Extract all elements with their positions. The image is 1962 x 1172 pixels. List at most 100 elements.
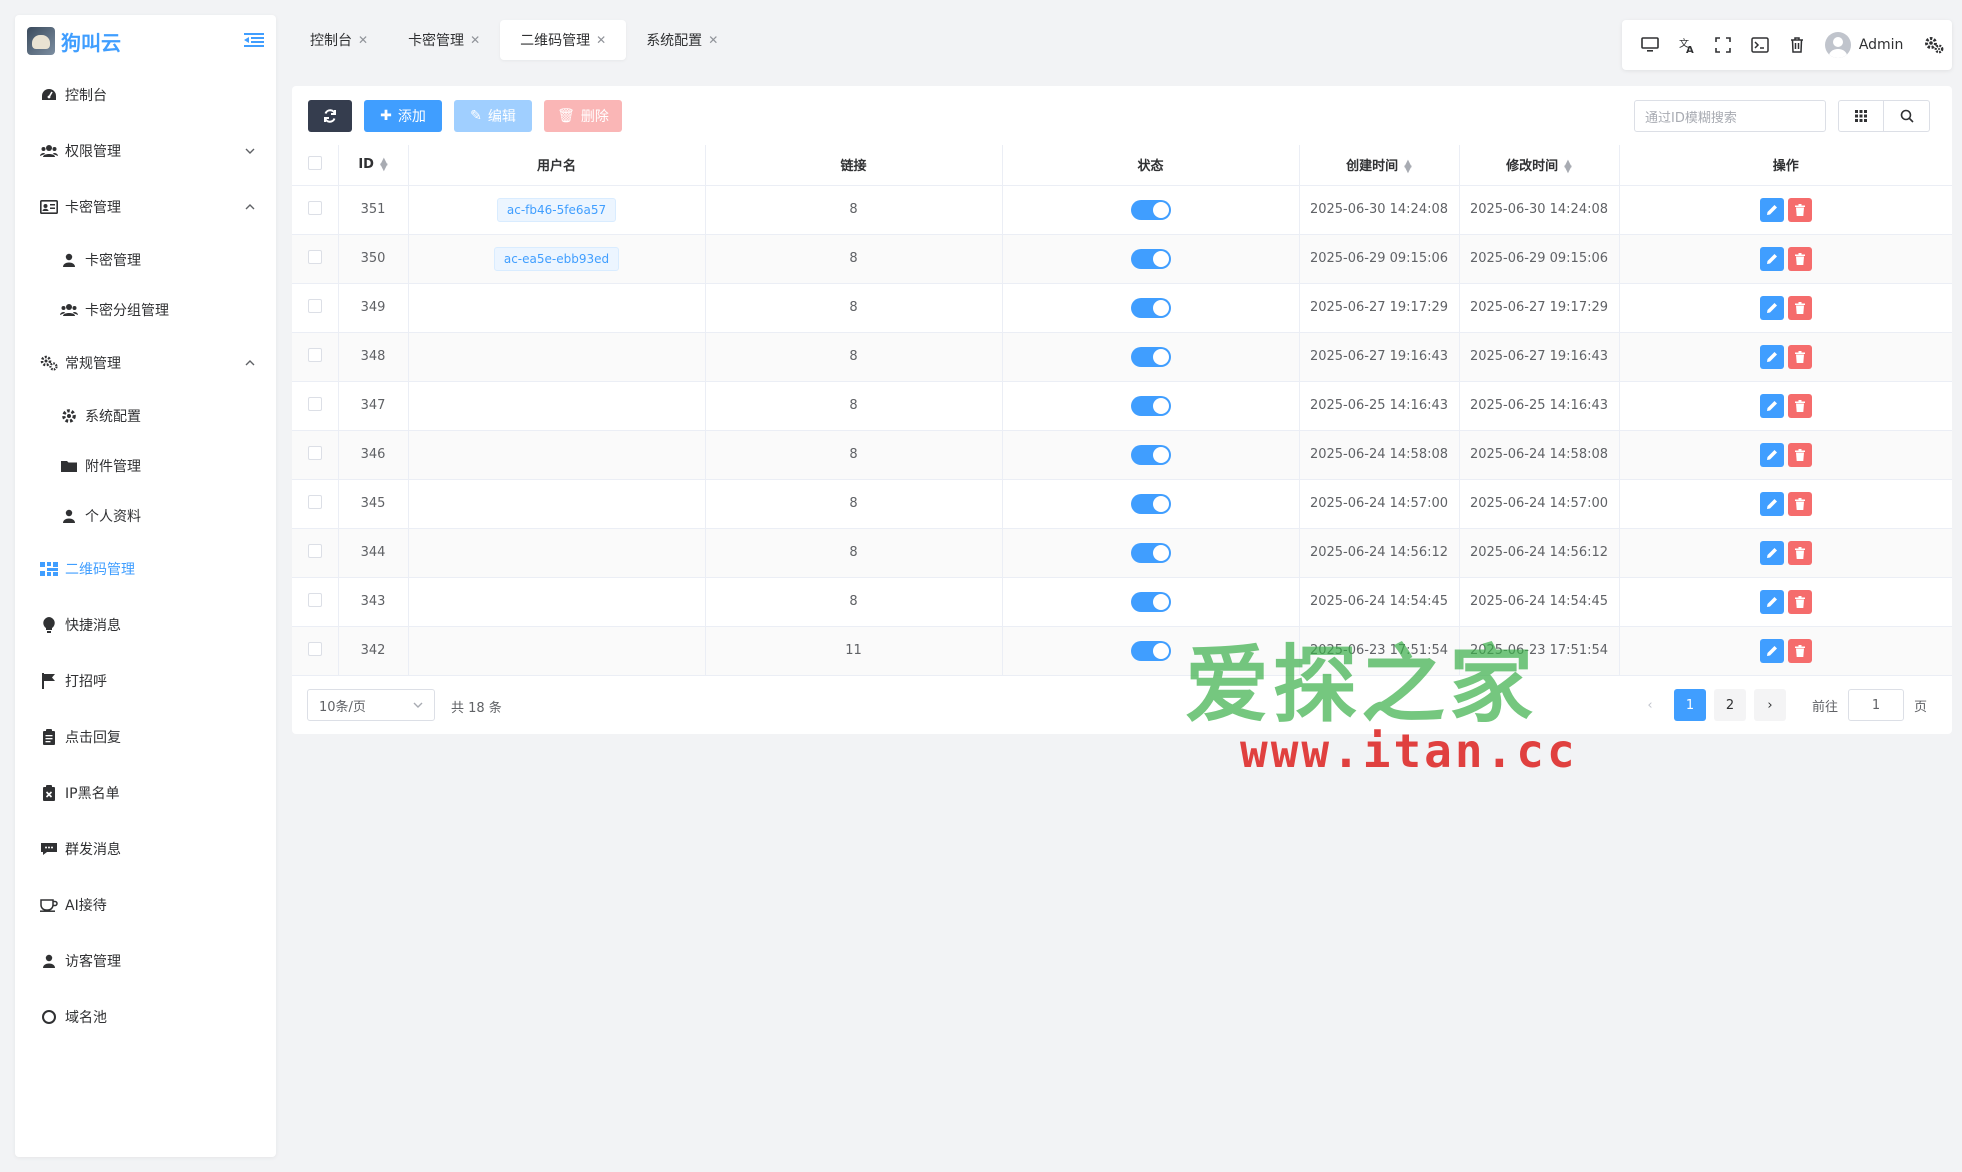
table-row[interactable]: 344 8 2025-06-24 14:56:12 2025-06-24 14:56:… (292, 528, 1952, 578)
row-checkbox[interactable] (307, 200, 322, 215)
row-checkbox[interactable] (307, 494, 322, 509)
sidebar-item[interactable]: 快捷消息 (15, 597, 276, 653)
status-toggle[interactable] (1130, 542, 1171, 563)
sidebar-item[interactable]: 控制台 (15, 67, 276, 123)
row-edit-button[interactable] (1759, 589, 1784, 614)
row-checkbox[interactable] (307, 592, 322, 607)
sidebar-item[interactable]: 卡密分组管理 (15, 285, 276, 335)
close-icon[interactable]: ✕ (708, 33, 718, 47)
sidebar-item[interactable]: 常规管理 (15, 335, 276, 391)
status-toggle[interactable] (1130, 248, 1171, 269)
row-edit-button[interactable] (1759, 197, 1784, 222)
row-checkbox[interactable] (307, 298, 322, 313)
add-button[interactable]: ✚ 添加 (364, 100, 442, 132)
row-delete-button[interactable] (1787, 442, 1812, 467)
user-menu[interactable]: Admin (1824, 32, 1903, 58)
row-edit-button[interactable] (1759, 295, 1784, 320)
sidebar-item[interactable]: 群发消息 (15, 821, 276, 877)
prev-page-button[interactable]: ‹ (1634, 689, 1666, 721)
sort-icon[interactable]: ▲ ▼ (1404, 158, 1412, 174)
next-page-button[interactable]: › (1754, 689, 1786, 721)
fullscreen-icon[interactable] (1705, 25, 1742, 65)
row-delete-button[interactable] (1787, 393, 1812, 418)
select-all-checkbox[interactable] (307, 155, 322, 170)
status-toggle[interactable] (1130, 591, 1171, 612)
row-checkbox[interactable] (307, 641, 322, 656)
select-cell[interactable] (292, 283, 338, 333)
sort-icon[interactable]: ▲ ▼ (1564, 158, 1572, 174)
sidebar-item[interactable]: 域名池 (15, 989, 276, 1045)
select-cell[interactable] (292, 430, 338, 480)
sidebar-item[interactable]: 附件管理 (15, 441, 276, 491)
page-1-button[interactable]: 1 (1674, 689, 1706, 721)
select-cell[interactable] (292, 528, 338, 578)
row-delete-button[interactable] (1787, 491, 1812, 516)
table-row[interactable]: 347 8 2025-06-25 14:16:43 2025-06-25 14:16:… (292, 381, 1952, 431)
row-edit-button[interactable] (1759, 540, 1784, 565)
tab[interactable]: 卡密管理 ✕ (388, 20, 500, 60)
select-cell[interactable] (292, 185, 338, 235)
tab[interactable]: 控制台 ✕ (290, 20, 388, 60)
row-delete-button[interactable] (1787, 246, 1812, 271)
row-delete-button[interactable] (1787, 295, 1812, 320)
select-cell[interactable] (292, 234, 338, 284)
row-edit-button[interactable] (1759, 442, 1784, 467)
settings-icon[interactable] (1915, 25, 1952, 65)
edit-button[interactable]: ✎ 编辑 (454, 100, 532, 132)
table-row[interactable]: 345 8 2025-06-24 14:57:00 2025-06-24 14:57:… (292, 479, 1952, 529)
row-checkbox[interactable] (307, 396, 322, 411)
row-checkbox[interactable] (307, 543, 322, 558)
grid-view-button[interactable] (1838, 100, 1884, 132)
goto-page-input[interactable]: 1 (1848, 689, 1905, 721)
table-row[interactable]: 350 ac-ea5e-ebb93ed 8 2025-06-29 09:15:06 20… (292, 234, 1952, 284)
menu-fold-icon[interactable] (244, 32, 264, 48)
select-cell[interactable] (292, 577, 338, 627)
row-checkbox[interactable] (307, 249, 322, 264)
row-checkbox[interactable] (307, 347, 322, 362)
table-row[interactable]: 346 8 2025-06-24 14:58:08 2025-06-24 14:58:… (292, 430, 1952, 480)
refresh-button[interactable] (308, 100, 352, 132)
sidebar-item[interactable]: 权限管理 (15, 123, 276, 179)
row-delete-button[interactable] (1787, 540, 1812, 565)
sidebar-item[interactable]: 二维码管理 (15, 541, 276, 597)
close-icon[interactable]: ✕ (596, 33, 606, 47)
monitor-icon[interactable] (1632, 25, 1669, 65)
table-row[interactable]: 349 8 2025-06-27 19:17:29 2025-06-27 19:17:… (292, 283, 1952, 333)
sidebar-item[interactable]: IP黑名单 (15, 765, 276, 821)
table-row[interactable]: 342 11 2025-06-23 17:51:54 2025-06-23 17:51… (292, 626, 1952, 676)
sidebar-item[interactable]: 卡密管理 (15, 179, 276, 235)
search-button[interactable] (1884, 100, 1930, 132)
sidebar-item[interactable]: 卡密管理 (15, 235, 276, 285)
search-input[interactable]: 通过ID模糊搜索 (1634, 100, 1826, 132)
page-2-button[interactable]: 2 (1714, 689, 1746, 721)
sidebar-item[interactable]: 打招呼 (15, 653, 276, 709)
row-delete-button[interactable] (1787, 197, 1812, 222)
row-delete-button[interactable] (1787, 344, 1812, 369)
table-row[interactable]: 351 ac-fb46-5fe6a57 8 2025-06-30 14:24:08 20… (292, 185, 1952, 235)
status-toggle[interactable] (1130, 493, 1171, 514)
col-id[interactable]: ID ▲ ▼ (337, 145, 408, 186)
select-cell[interactable] (292, 332, 338, 382)
select-cell[interactable] (292, 381, 338, 431)
table-row[interactable]: 343 8 2025-06-24 14:54:45 2025-06-24 14:54:… (292, 577, 1952, 627)
sidebar-item[interactable]: 系统配置 (15, 391, 276, 441)
trash-icon[interactable] (1778, 25, 1815, 65)
row-delete-button[interactable] (1787, 638, 1812, 663)
page-size-select[interactable]: 10条/页 (307, 689, 435, 721)
row-edit-button[interactable] (1759, 638, 1784, 663)
sidebar-item[interactable]: 访客管理 (15, 933, 276, 989)
sidebar-item[interactable]: 个人资料 (15, 491, 276, 541)
logo[interactable]: 狗叫云 (15, 15, 276, 67)
status-toggle[interactable] (1130, 444, 1171, 465)
status-toggle[interactable] (1130, 199, 1171, 220)
delete-button[interactable]: 🗑 删除 (544, 100, 622, 132)
terminal-icon[interactable] (1742, 25, 1779, 65)
row-checkbox[interactable] (307, 445, 322, 460)
row-edit-button[interactable] (1759, 344, 1784, 369)
col-updated[interactable]: 修改时间 ▲ ▼ (1458, 145, 1619, 186)
status-toggle[interactable] (1130, 346, 1171, 367)
table-row[interactable]: 348 8 2025-06-27 19:16:43 2025-06-27 19:16:… (292, 332, 1952, 382)
status-toggle[interactable] (1130, 640, 1171, 661)
select-cell[interactable] (292, 479, 338, 529)
sort-icon[interactable]: ▲ ▼ (380, 156, 388, 172)
